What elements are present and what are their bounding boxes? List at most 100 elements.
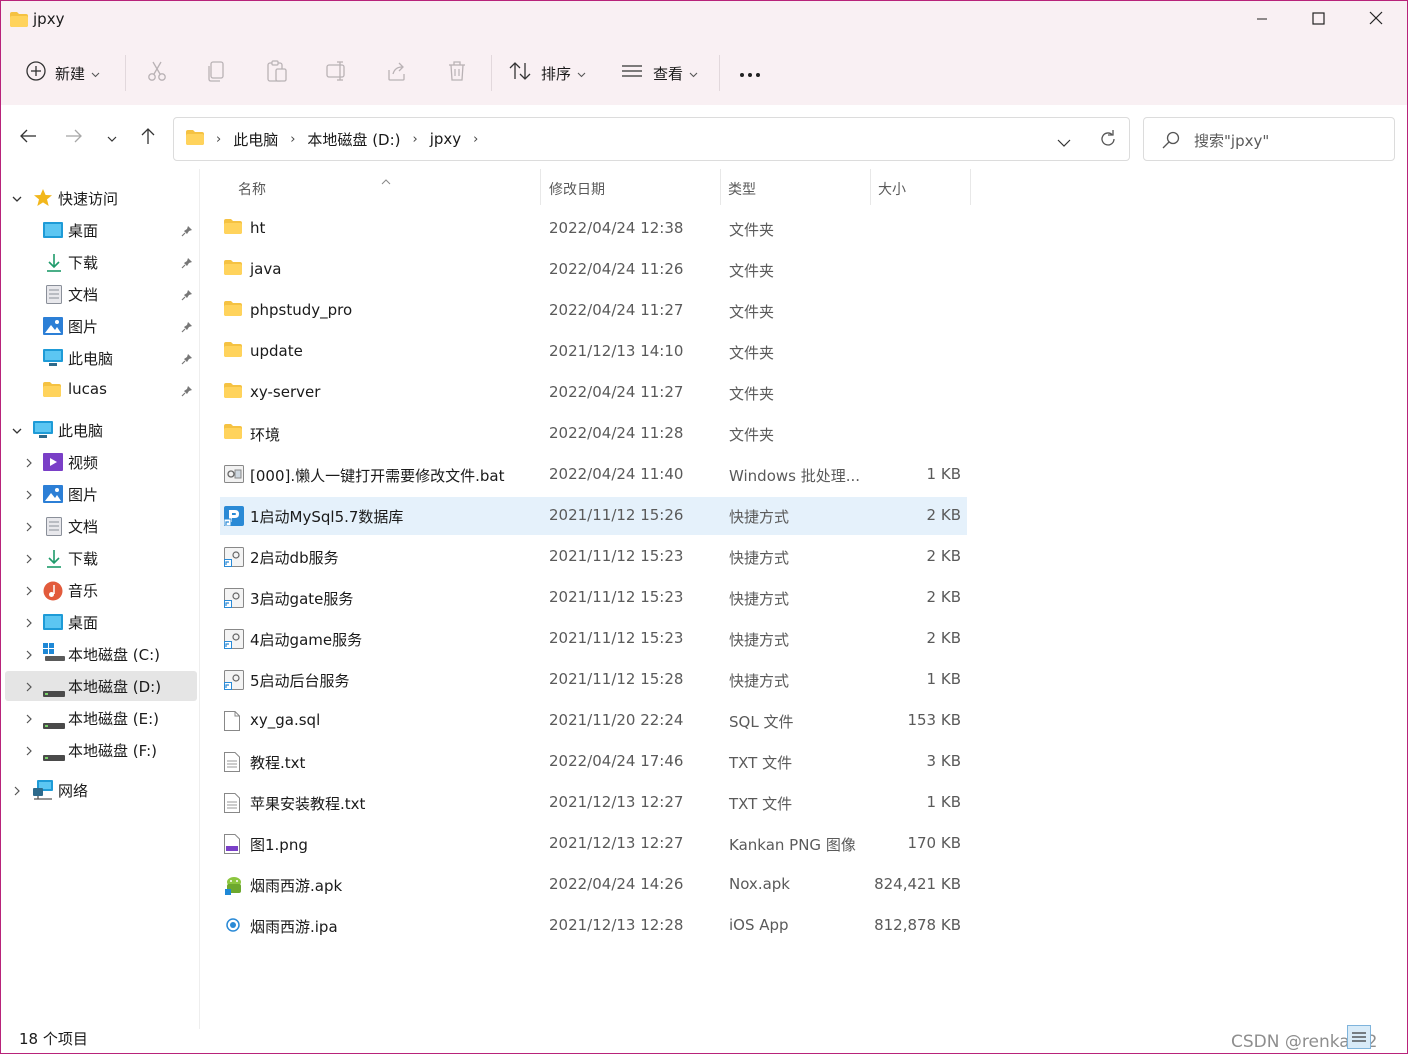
pin-icon[interactable] [181, 351, 193, 369]
sidebar-item-pictures-pc[interactable]: 图片 [5, 479, 197, 509]
paste-button[interactable] [265, 60, 289, 85]
sidebar-item-videos[interactable]: 视频 [5, 447, 197, 477]
sidebar-item-drive-d[interactable]: 本地磁盘 (D:) [5, 671, 197, 701]
pin-icon[interactable] [181, 383, 193, 401]
file-row[interactable]: 1启动MySql5.7数据库 2021/11/12 15:26 快捷方式 2 KB [220, 497, 967, 535]
refresh-icon[interactable] [1098, 129, 1118, 153]
file-size: 2 KB [926, 588, 961, 606]
sidebar-this-pc[interactable]: 此电脑 [5, 415, 197, 445]
share-button[interactable] [385, 61, 409, 85]
chevron-right-icon[interactable] [23, 647, 35, 665]
crumb-jpxy[interactable]: jpxy [430, 130, 461, 148]
sidebar-item-this-pc-quick[interactable]: 此电脑 [5, 343, 197, 373]
file-row[interactable]: 苹果安装教程.txt 2021/12/13 12:27 TXT 文件 1 KB [220, 784, 967, 822]
search-input[interactable]: 搜索"jpxy" [1143, 117, 1395, 161]
back-button[interactable] [17, 127, 39, 149]
chevron-right-icon[interactable] [11, 783, 23, 801]
column-header-date[interactable]: 修改日期 [549, 179, 605, 199]
file-row[interactable]: 教程.txt 2022/04/24 17:46 TXT 文件 3 KB [220, 743, 967, 781]
chevron-down-icon[interactable] [11, 191, 23, 209]
file-row[interactable]: xy_ga.sql 2021/11/20 22:24 SQL 文件 153 KB [220, 702, 967, 740]
sidebar-item-documents[interactable]: 文档 [5, 279, 197, 309]
sidebar-network[interactable]: 网络 [5, 775, 197, 805]
sidebar-item-lucas[interactable]: lucas [5, 375, 197, 405]
recent-locations-button[interactable] [101, 127, 123, 149]
file-row[interactable]: 环境 2022/04/24 11:28 文件夹 [220, 415, 967, 453]
column-separator[interactable] [870, 169, 871, 205]
file-row[interactable]: 3启动gate服务 2021/11/12 15:23 快捷方式 2 KB [220, 579, 967, 617]
chevron-right-icon[interactable] [23, 519, 35, 537]
file-name: 烟雨西游.apk [250, 877, 343, 895]
file-row[interactable]: ht 2022/04/24 12:38 文件夹 [220, 210, 967, 248]
address-bar[interactable]: › 此电脑 › 本地磁盘 (D:) › jpxy › [173, 117, 1130, 161]
chevron-right-icon[interactable] [23, 583, 35, 601]
pin-icon[interactable] [181, 255, 193, 273]
pin-icon[interactable] [181, 223, 193, 241]
file-row[interactable]: 2启动db服务 2021/11/12 15:23 快捷方式 2 KB [220, 538, 967, 576]
address-history-chevron-icon[interactable] [1057, 134, 1071, 152]
trash-icon [447, 60, 467, 86]
column-separator[interactable] [720, 169, 721, 205]
sidebar-item-drive-e[interactable]: 本地磁盘 (E:) [5, 703, 197, 733]
sidebar-item-desktop[interactable]: 桌面 [5, 215, 197, 245]
pin-icon[interactable] [181, 319, 193, 337]
chevron-right-icon[interactable] [23, 679, 35, 697]
sidebar-label: 图片 [68, 486, 99, 504]
pin-icon[interactable] [181, 287, 193, 305]
sidebar-item-downloads-pc[interactable]: 下载 [5, 543, 197, 573]
column-header-name[interactable]: 名称 [238, 179, 266, 199]
chevron-right-icon[interactable] [23, 743, 35, 761]
rename-button[interactable] [325, 61, 349, 85]
minimize-button[interactable] [1233, 1, 1291, 39]
sidebar-item-drive-c[interactable]: 本地磁盘 (C:) [5, 639, 197, 669]
cut-button[interactable] [145, 61, 169, 85]
column-separator[interactable] [540, 169, 541, 205]
up-button[interactable] [137, 127, 159, 149]
crumb-drive-d[interactable]: 本地磁盘 (D:) [307, 129, 400, 150]
column-header-type[interactable]: 类型 [728, 179, 756, 199]
chevron-right-icon[interactable] [23, 551, 35, 569]
sidebar-item-pictures[interactable]: 图片 [5, 311, 197, 341]
file-row[interactable]: java 2022/04/24 11:26 文件夹 [220, 251, 967, 289]
file-type: 快捷方式 [729, 631, 790, 649]
forward-button[interactable] [63, 127, 85, 149]
sidebar-quick-access[interactable]: 快速访问 [5, 183, 197, 213]
file-date: 2021/11/12 15:23 [549, 547, 684, 565]
delete-button[interactable] [445, 61, 469, 85]
maximize-button[interactable] [1289, 1, 1347, 39]
crumb-this-pc[interactable]: 此电脑 [233, 129, 278, 150]
chevron-right-icon[interactable] [23, 615, 35, 633]
view-button[interactable]: 查看 [621, 57, 698, 89]
file-date: 2022/04/24 11:40 [549, 465, 684, 483]
chevron-right-icon[interactable] [23, 711, 35, 729]
sidebar-item-drive-f[interactable]: 本地磁盘 (F:) [5, 735, 197, 765]
close-icon [1369, 11, 1383, 29]
file-row[interactable]: xy-server 2022/04/24 11:27 文件夹 [220, 374, 967, 412]
file-name: 2启动db服务 [250, 549, 339, 567]
file-row[interactable]: 烟雨西游.apk 2022/04/24 14:26 Nox.apk 824,421 K… [220, 866, 967, 904]
new-button[interactable]: 新建 [25, 57, 100, 89]
close-button[interactable] [1347, 1, 1405, 39]
system-drive-icon [43, 643, 65, 667]
more-options-button[interactable] [738, 61, 762, 85]
file-row[interactable]: 烟雨西游.ipa 2021/12/13 12:28 iOS App 812,878 K… [220, 907, 967, 945]
file-row[interactable]: 5启动后台服务 2021/11/12 15:28 快捷方式 1 KB [220, 661, 967, 699]
sidebar-item-desktop-pc[interactable]: 桌面 [5, 607, 197, 637]
sidebar-item-documents-pc[interactable]: 文档 [5, 511, 197, 541]
copy-button[interactable] [205, 61, 229, 85]
column-header-size[interactable]: 大小 [878, 179, 906, 199]
file-row[interactable]: update 2021/12/13 14:10 文件夹 [220, 333, 967, 371]
chevron-right-icon[interactable] [23, 455, 35, 473]
file-row[interactable]: 4启动game服务 2021/11/12 15:23 快捷方式 2 KB [220, 620, 967, 658]
sidebar-item-downloads[interactable]: 下载 [5, 247, 197, 277]
sort-button[interactable]: 排序 [509, 57, 586, 89]
file-row[interactable]: 图1.png 2021/12/13 12:27 Kankan PNG 图像 170 K… [220, 825, 967, 863]
chevron-right-icon[interactable] [23, 487, 35, 505]
file-row[interactable]: phpstudy_pro 2022/04/24 11:27 文件夹 [220, 292, 967, 330]
chevron-down-icon[interactable] [11, 423, 23, 441]
sidebar-item-music[interactable]: 音乐 [5, 575, 197, 605]
file-row[interactable]: [000].懒人一键打开需要修改文件.bat 2022/04/24 11:40 Wi… [220, 456, 967, 494]
details-view-button[interactable] [1347, 1025, 1371, 1049]
column-separator[interactable] [970, 169, 971, 205]
folder-icon [186, 129, 204, 149]
